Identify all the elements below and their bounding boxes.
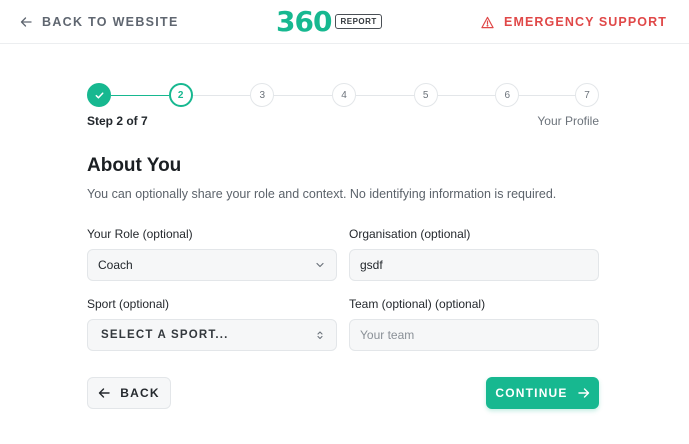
step-connector — [356, 94, 414, 96]
role-label: Your Role (optional) — [87, 227, 193, 241]
step-connector — [519, 94, 577, 96]
step-2-current: 2 — [168, 83, 193, 107]
chevron-down-icon — [316, 262, 324, 268]
role-select[interactable]: Coach — [87, 249, 337, 281]
back-to-website-label: BACK TO WEBSITE — [42, 15, 179, 29]
organisation-label: Organisation (optional) — [349, 227, 471, 241]
emergency-support-link[interactable]: EMERGENCY SUPPORT — [481, 12, 667, 32]
arrow-left-icon — [99, 388, 110, 398]
back-button[interactable]: BACK — [87, 377, 171, 409]
step-5: 5 — [413, 83, 438, 107]
sport-select[interactable]: SELECT A SPORT... — [87, 319, 337, 351]
logo-badge: REPORT — [335, 13, 382, 29]
sport-label: Sport (optional) — [87, 297, 170, 311]
arrow-left-icon — [20, 17, 32, 27]
emergency-support-label: EMERGENCY SUPPORT — [504, 15, 667, 29]
organisation-input[interactable] — [360, 258, 588, 272]
role-value: Coach — [98, 258, 133, 272]
step-4: 4 — [332, 83, 356, 107]
check-icon — [95, 91, 103, 99]
step-connector — [192, 94, 251, 96]
progress-stepper: 2 3 4 5 6 7 — [87, 83, 599, 107]
arrow-right-icon — [577, 388, 589, 398]
step-title: Your Profile — [537, 114, 599, 128]
step-counter: Step 2 of 7 — [87, 114, 148, 128]
sport-value: SELECT A SPORT... — [101, 329, 229, 341]
back-button-label: BACK — [120, 386, 160, 400]
step-connector — [111, 94, 169, 96]
page-description: You can optionally share your role and c… — [87, 187, 557, 201]
page-title: About You — [87, 155, 182, 176]
step-3: 3 — [250, 83, 275, 107]
warning-icon — [481, 16, 494, 28]
chevron-up-down-icon — [317, 331, 323, 340]
team-input[interactable] — [360, 328, 588, 342]
organisation-field[interactable] — [349, 249, 599, 281]
logo[interactable]: 360 REPORT — [276, 6, 382, 38]
continue-button-label: CONTINUE — [495, 386, 568, 400]
continue-button[interactable]: CONTINUE — [486, 377, 599, 409]
step-7: 7 — [575, 83, 599, 107]
step-1-complete — [87, 83, 111, 107]
back-to-website-link[interactable]: BACK TO WEBSITE — [20, 12, 179, 32]
team-label: Team (optional) (optional) — [349, 297, 486, 311]
top-bar: BACK TO WEBSITE 360 REPORT EMERGENCY SUP… — [0, 0, 689, 44]
step-connector — [274, 94, 332, 96]
logo-number: 360 — [276, 5, 332, 38]
step-6: 6 — [495, 83, 520, 107]
step-connector — [437, 94, 496, 96]
team-field[interactable] — [349, 319, 599, 351]
